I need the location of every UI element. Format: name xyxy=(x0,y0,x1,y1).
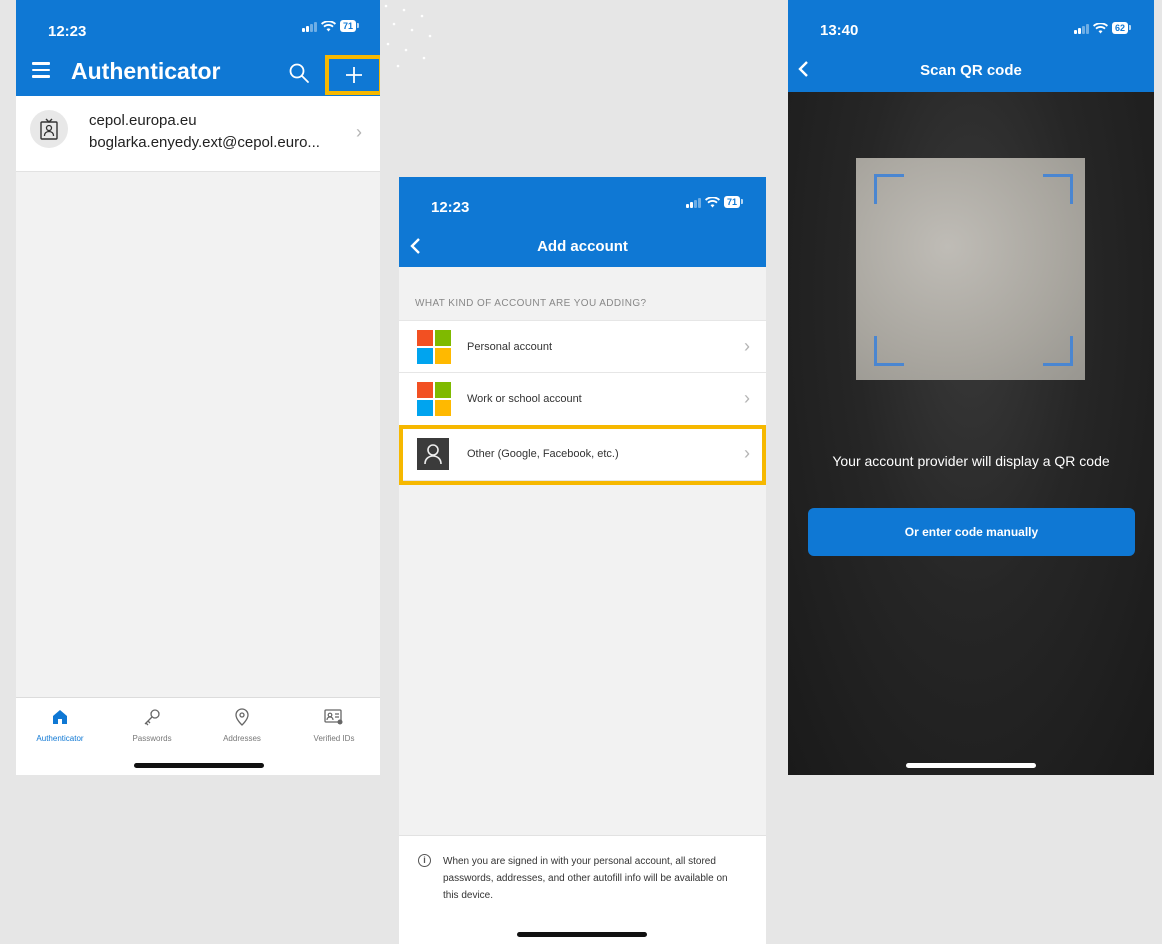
qr-instruction: Your account provider will display a QR … xyxy=(832,453,1110,469)
tab-label: Verified IDs xyxy=(313,734,355,743)
frame-corner xyxy=(1043,336,1073,366)
page-title: Add account xyxy=(537,238,628,255)
chevron-right-icon: › xyxy=(744,388,750,408)
bottom-tab-bar: Authenticator Passwords Addresses Verifi… xyxy=(16,697,380,775)
frame-corner xyxy=(874,336,904,366)
battery-icon: 71 xyxy=(723,196,744,208)
app-header: 12:23 71 Authenticator xyxy=(16,0,380,96)
microsoft-logo-icon xyxy=(417,330,451,364)
chevron-right-icon: › xyxy=(356,122,362,142)
account-avatar xyxy=(30,110,68,148)
enter-code-manually-button[interactable]: Or enter code manually xyxy=(808,508,1135,556)
battery-icon: 71 xyxy=(339,20,360,32)
signal-icon xyxy=(301,21,317,32)
chevron-right-icon: › xyxy=(744,443,750,463)
page-title: Authenticator xyxy=(71,58,221,84)
signal-icon xyxy=(1073,23,1089,34)
work-school-account-option[interactable]: Work or school account › xyxy=(399,373,766,426)
page-title: Scan QR code xyxy=(920,62,1022,79)
person-icon xyxy=(417,438,449,470)
home-indicator xyxy=(906,763,1036,768)
microsoft-logo-icon xyxy=(417,382,451,416)
tab-label: Passwords xyxy=(132,734,172,743)
other-account-option[interactable]: Other (Google, Facebook, etc.) › xyxy=(399,428,766,481)
plus-icon xyxy=(346,67,362,83)
location-pin-icon xyxy=(235,708,249,726)
status-icons: 62 xyxy=(1073,22,1132,34)
add-account-screen: 12:23 71 Add account WHAT KIND OF ACCOUN… xyxy=(399,177,766,944)
key-icon xyxy=(144,709,160,726)
app-header: 13:40 62 Scan QR code xyxy=(788,0,1154,92)
tab-addresses[interactable]: Addresses xyxy=(202,706,282,743)
section-header: WHAT KIND OF ACCOUNT ARE YOU ADDING? xyxy=(415,298,647,309)
account-organization: cepol.europa.eu xyxy=(89,112,197,129)
tab-passwords[interactable]: Passwords xyxy=(112,706,192,743)
chevron-right-icon: › xyxy=(744,336,750,356)
status-time: 12:23 xyxy=(48,23,87,40)
id-badge-icon xyxy=(40,118,58,140)
status-icons: 71 xyxy=(301,20,360,32)
status-time: 12:23 xyxy=(431,199,470,216)
tutorial-canvas: 12:23 71 Authenticator cepol.europa.eu b… xyxy=(0,0,1162,944)
account-email: boglarka.enyedy.ext@cepol.euro... xyxy=(89,134,320,151)
search-icon[interactable] xyxy=(288,62,310,84)
id-card-icon xyxy=(324,709,343,725)
option-label: Personal account xyxy=(467,341,552,353)
tab-authenticator[interactable]: Authenticator xyxy=(20,706,100,743)
add-account-button[interactable] xyxy=(325,55,380,95)
tab-verified-ids[interactable]: Verified IDs xyxy=(294,706,374,743)
hamburger-menu-icon[interactable] xyxy=(32,62,50,78)
wifi-icon xyxy=(1092,22,1108,33)
option-label: Other (Google, Facebook, etc.) xyxy=(467,448,619,460)
wifi-icon xyxy=(704,196,720,207)
info-note: When you are signed in with your persona… xyxy=(443,856,728,901)
tab-label: Addresses xyxy=(223,734,261,743)
autofill-info-panel: i When you are signed in with your perso… xyxy=(399,835,766,944)
authenticator-home-screen: 12:23 71 Authenticator cepol.europa.eu b… xyxy=(16,0,380,775)
status-bar: 12:23 71 xyxy=(399,177,766,229)
signal-icon xyxy=(685,197,701,208)
home-indicator xyxy=(134,763,264,768)
scan-qr-screen: 13:40 62 Scan QR code Your account provi… xyxy=(788,0,1154,775)
home-indicator xyxy=(517,932,647,937)
wifi-icon xyxy=(320,20,336,31)
app-header: 12:23 71 Add account xyxy=(399,177,766,267)
frame-corner xyxy=(1043,174,1073,204)
tab-label: Authenticator xyxy=(36,734,84,743)
qr-scan-frame xyxy=(856,158,1085,380)
frame-corner xyxy=(874,174,904,204)
info-icon: i xyxy=(418,854,431,867)
status-time: 13:40 xyxy=(820,22,859,39)
battery-icon: 62 xyxy=(1111,22,1132,34)
status-bar: 13:40 62 xyxy=(788,0,1154,52)
status-icons: 71 xyxy=(685,196,744,208)
account-list-item[interactable]: cepol.europa.eu boglarka.enyedy.ext@cepo… xyxy=(16,96,380,172)
status-bar: 12:23 71 xyxy=(16,0,380,52)
home-icon xyxy=(53,710,67,724)
option-label: Work or school account xyxy=(467,393,582,405)
personal-account-option[interactable]: Personal account › xyxy=(399,320,766,373)
decorative-dots xyxy=(384,4,432,68)
